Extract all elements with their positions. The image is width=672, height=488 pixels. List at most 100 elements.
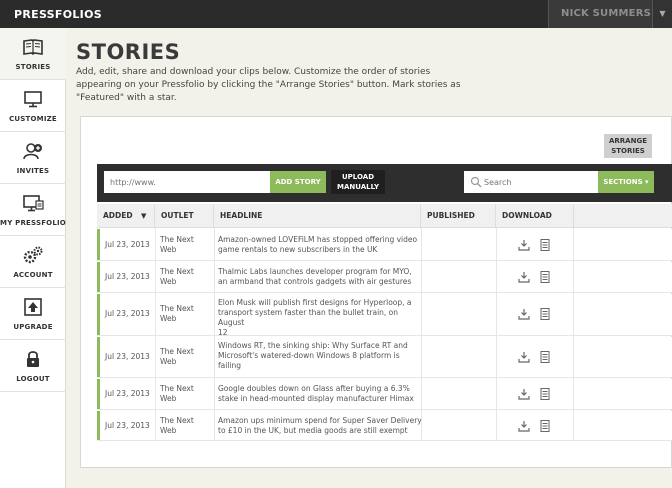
page-description: Add, edit, share and download your clips… (76, 67, 461, 103)
document-icon[interactable] (540, 351, 550, 363)
upload-label-line-2: MANUALLY (336, 183, 380, 191)
download-icon[interactable] (518, 308, 530, 320)
table-row[interactable]: Jul 23, 2013 The Next Web Google doubles … (97, 379, 672, 410)
column-published[interactable]: PUBLISHED (421, 204, 496, 228)
headline-line: game rentals to new subscribers in the U… (218, 245, 378, 254)
sections-dropdown[interactable]: SECTIONS ▾ (598, 171, 654, 193)
row-status-bar (97, 337, 100, 377)
sidebar-item-logout[interactable]: LOGOUT (0, 340, 66, 392)
document-icon[interactable] (540, 388, 550, 400)
row-added-date: Jul 23, 2013 (105, 352, 150, 361)
table-row[interactable]: Jul 23, 2013 The Next Web Windows RT, the… (97, 337, 672, 378)
outlet-line: Web (160, 357, 177, 366)
table-row[interactable]: Jul 23, 2013 The Next Web Thalmic Labs la… (97, 262, 672, 293)
download-icon[interactable] (518, 239, 530, 251)
outlet-line: The Next (160, 416, 194, 425)
outlet-line: Web (160, 394, 177, 403)
upload-label-line-1: UPLOAD (341, 173, 375, 181)
headline-line: Thalmic Labs launches developer program … (218, 267, 412, 276)
row-added-date: Jul 23, 2013 (105, 240, 150, 249)
sidebar: STORIES CUSTOMIZE INVITES MY PRESSFOLIO … (0, 28, 66, 488)
outlet-line: The Next (160, 384, 194, 393)
arrange-label-line-1: ARRANGE (608, 137, 647, 145)
sidebar-item-label: MY PRESSFOLIO (0, 219, 66, 227)
row-added-date: Jul 23, 2013 (105, 309, 150, 318)
column-headline[interactable]: HEADLINE (214, 204, 421, 228)
download-icon[interactable] (518, 351, 530, 363)
headline-line: Windows RT, the sinking ship: Why Surfac… (218, 341, 408, 350)
headline-line: Amazon-owned LOVEFiLM has stopped offeri… (218, 235, 418, 244)
upload-manually-button[interactable]: UPLOAD MANUALLY (331, 170, 385, 194)
page-title: STORIES (76, 40, 181, 64)
document-icon[interactable] (540, 308, 550, 320)
sidebar-item-stories[interactable]: STORIES (0, 28, 66, 80)
row-headline[interactable]: Elon Musk will publish first designs for… (218, 298, 424, 338)
sidebar-item-label: INVITES (16, 167, 50, 175)
column-divider (214, 228, 215, 441)
row-added-date: Jul 23, 2013 (105, 272, 150, 281)
arrange-label-line-2: STORIES (611, 147, 645, 155)
row-headline[interactable]: Amazon-owned LOVEFiLM has stopped offeri… (218, 235, 424, 255)
user-name: NICK SUMMERS (561, 8, 652, 19)
user-menu[interactable]: NICK SUMMERS (548, 0, 652, 28)
table-row[interactable]: Jul 23, 2013 The Next Web Amazon ups mini… (97, 411, 672, 441)
sidebar-item-invites[interactable]: INVITES (0, 132, 66, 184)
book-icon (23, 39, 43, 56)
lock-icon (27, 351, 39, 367)
document-icon[interactable] (540, 239, 550, 251)
row-status-bar (97, 379, 100, 409)
download-icon[interactable] (518, 388, 530, 400)
sidebar-item-account[interactable]: ACCOUNT (0, 236, 66, 288)
row-headline[interactable]: Amazon ups minimum spend for Super Saver… (218, 416, 424, 436)
search-box (464, 171, 598, 193)
row-outlet: The Next Web (160, 267, 210, 287)
row-headline[interactable]: Thalmic Labs launches developer program … (218, 267, 424, 287)
row-status-bar (97, 294, 100, 335)
download-icon[interactable] (518, 271, 530, 283)
sidebar-item-upgrade[interactable]: UPGRADE (0, 288, 66, 340)
search-input[interactable] (484, 171, 596, 193)
column-divider (573, 228, 574, 441)
table-row[interactable]: Jul 23, 2013 The Next Web Amazon-owned LO… (97, 229, 672, 261)
outlet-line: The Next (160, 304, 194, 313)
sidebar-item-my-pressfolio[interactable]: MY PRESSFOLIO (0, 184, 66, 236)
gears-icon (23, 246, 43, 264)
column-download: DOWNLOAD (496, 204, 574, 228)
download-icon[interactable] (518, 420, 530, 432)
row-status-bar (97, 262, 100, 292)
document-icon[interactable] (540, 271, 550, 283)
row-outlet: The Next Web (160, 347, 210, 367)
story-url-input[interactable] (104, 171, 270, 193)
row-outlet: The Next Web (160, 304, 210, 324)
table-header: ADDED ▼ OUTLET HEADLINE PUBLISHED DOWNLO… (97, 204, 672, 228)
outlet-line: Web (160, 245, 177, 254)
table-row[interactable]: Jul 23, 2013 The Next Web Elon Musk will … (97, 294, 672, 338)
upgrade-arrow-icon (24, 298, 42, 316)
headline-line: to £10 in the UK, but media goods are st… (218, 426, 408, 435)
sort-down-icon[interactable]: ▼ (141, 204, 146, 228)
row-status-bar (97, 229, 100, 260)
outlet-line: Web (160, 426, 177, 435)
arrange-stories-button[interactable]: ARRANGE STORIES (604, 134, 652, 158)
my-pressfolio-icon (23, 195, 44, 212)
row-headline[interactable]: Google doubles down on Glass after buyin… (218, 384, 424, 404)
outlet-line: The Next (160, 347, 194, 356)
sidebar-item-customize[interactable]: CUSTOMIZE (0, 80, 66, 132)
column-added[interactable]: ADDED ▼ (97, 204, 155, 228)
outlet-line: Web (160, 277, 177, 286)
brand-logo[interactable]: PRESSFOLIOS (14, 8, 102, 21)
monitor-icon (24, 91, 42, 108)
row-headline[interactable]: Windows RT, the sinking ship: Why Surfac… (218, 341, 424, 371)
row-outlet: The Next Web (160, 416, 210, 436)
document-icon[interactable] (540, 420, 550, 432)
sidebar-item-label: UPGRADE (13, 323, 53, 331)
row-outlet: The Next Web (160, 235, 210, 255)
sidebar-item-label: CUSTOMIZE (9, 115, 57, 123)
row-added-date: Jul 23, 2013 (105, 421, 150, 430)
user-menu-caret-icon[interactable]: ▼ (652, 0, 672, 28)
headline-line: Elon Musk will publish first designs for… (218, 298, 412, 307)
headline-line: transport system faster than the bullet … (218, 308, 399, 327)
column-outlet[interactable]: OUTLET (155, 204, 214, 228)
add-story-button[interactable]: ADD STORY (270, 171, 326, 193)
column-divider (155, 228, 156, 441)
